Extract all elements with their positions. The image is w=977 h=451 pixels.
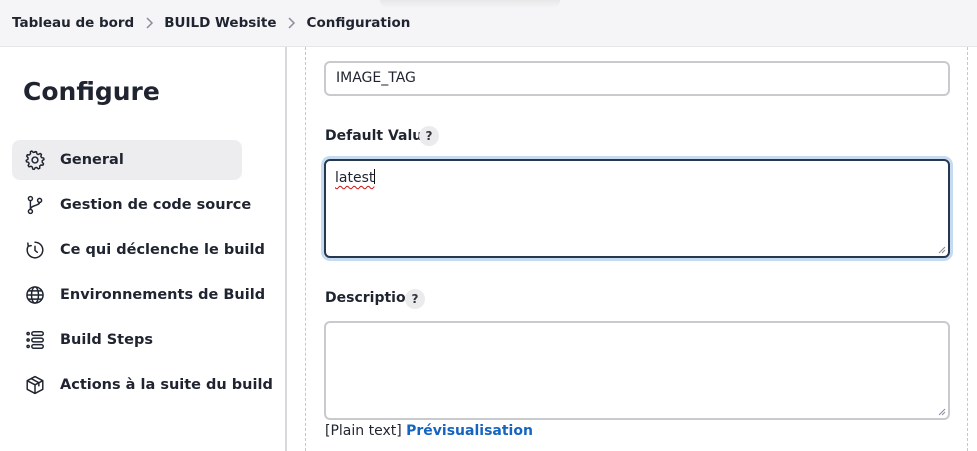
resize-handle-icon[interactable] xyxy=(937,245,946,254)
resize-handle-icon[interactable] xyxy=(937,407,946,416)
description-label: Description xyxy=(325,290,416,306)
sidebar-item-label: General xyxy=(60,152,124,168)
breadcrumb-item-configuration[interactable]: Configuration xyxy=(307,15,411,31)
sidebar-title: Configure xyxy=(23,77,160,106)
parameter-name-input[interactable]: IMAGE_TAG xyxy=(324,61,950,96)
sidebar: Configure General Gestion de code source… xyxy=(0,47,285,451)
globe-icon xyxy=(24,284,46,306)
sidebar-item-post-build-actions[interactable]: Actions à la suite du build xyxy=(12,365,273,405)
description-format-hint: [Plain text] Prévisualisation xyxy=(325,423,533,439)
help-icon[interactable]: ? xyxy=(405,289,425,309)
branch-icon xyxy=(24,194,46,216)
default-value-textarea[interactable]: latest xyxy=(324,159,950,258)
sidebar-item-general[interactable]: General xyxy=(12,140,242,180)
sidebar-item-label: Gestion de code source xyxy=(60,197,252,213)
section-guide-right xyxy=(967,47,968,451)
sidebar-item-source-code[interactable]: Gestion de code source xyxy=(12,185,251,225)
description-textarea[interactable] xyxy=(324,321,950,420)
plain-text-note: [Plain text] xyxy=(325,423,402,439)
default-value-text: latest xyxy=(335,170,375,186)
top-bar: Tableau de bord BUILD Website Configurat… xyxy=(0,0,977,47)
default-value-label: Default Value xyxy=(325,128,432,144)
sidebar-divider xyxy=(285,47,287,451)
breadcrumb: Tableau de bord BUILD Website Configurat… xyxy=(12,15,410,31)
sidebar-item-label: Build Steps xyxy=(60,332,153,348)
section-guide-left xyxy=(305,47,306,451)
chevron-right-icon xyxy=(134,17,164,29)
sidebar-item-triggers[interactable]: Ce qui déclenche le build xyxy=(12,230,265,270)
gear-icon xyxy=(24,149,46,171)
sidebar-item-label: Actions à la suite du build xyxy=(60,377,273,393)
breadcrumb-item-dashboard[interactable]: Tableau de bord xyxy=(12,15,134,31)
breadcrumb-item-project[interactable]: BUILD Website xyxy=(164,15,276,31)
sidebar-item-label: Ce qui déclenche le build xyxy=(60,242,265,258)
sidebar-item-label: Environnements de Build xyxy=(60,287,266,303)
list-icon xyxy=(24,329,46,351)
sidebar-item-build-steps[interactable]: Build Steps xyxy=(12,320,242,360)
preview-link[interactable]: Prévisualisation xyxy=(406,423,533,439)
sidebar-item-build-environments[interactable]: Environnements de Build xyxy=(12,275,265,315)
header-shadow xyxy=(380,0,560,8)
clock-icon xyxy=(24,239,46,261)
package-icon xyxy=(24,374,46,396)
chevron-right-icon xyxy=(277,17,307,29)
help-icon[interactable]: ? xyxy=(419,126,439,146)
text-caret xyxy=(374,169,376,184)
